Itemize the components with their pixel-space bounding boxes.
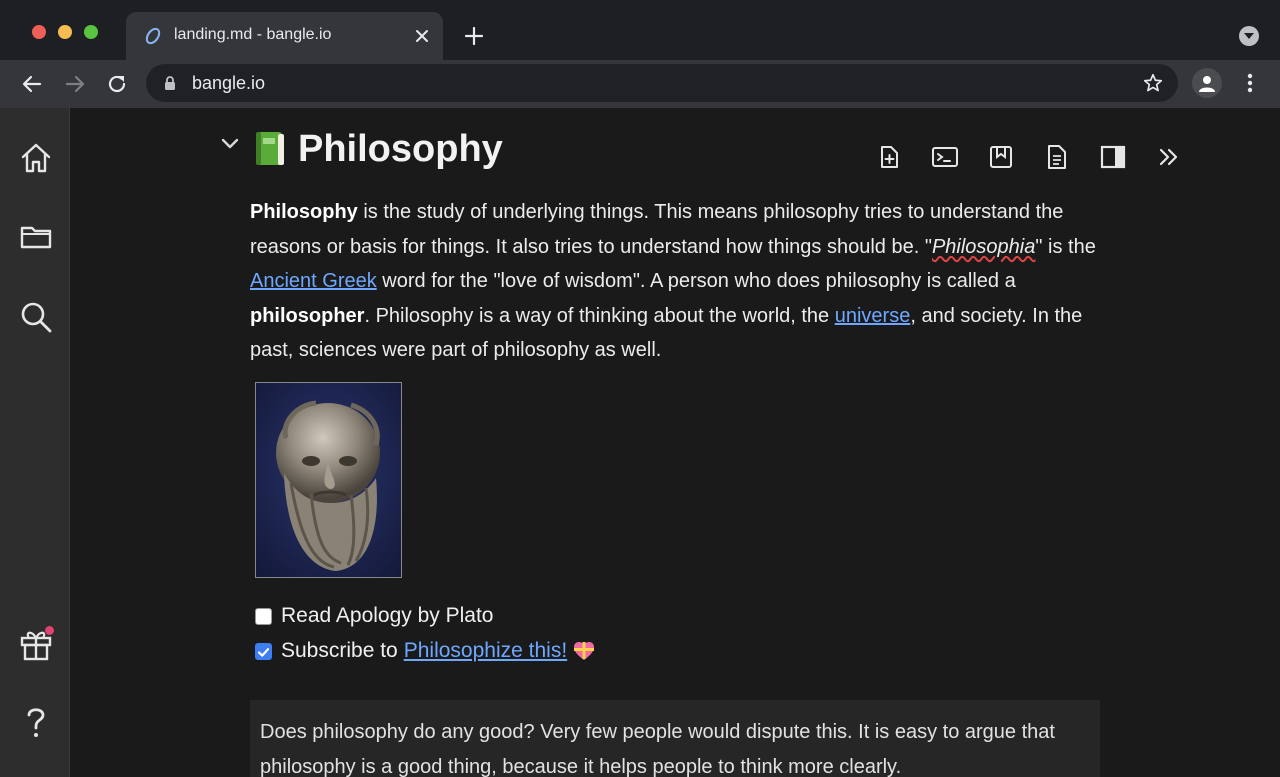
todo-checkbox-unchecked[interactable]	[255, 607, 272, 625]
bold-term-philosopher: philosopher	[250, 304, 365, 327]
quote-text: Does philosophy do any good? Very few pe…	[260, 721, 1055, 777]
document-icon[interactable]	[1044, 144, 1070, 170]
profile-avatar-button[interactable]	[1192, 68, 1222, 98]
url-text: bangle.io	[192, 73, 266, 93]
tab-search-button[interactable]	[1239, 26, 1259, 46]
todo-text: Read Apology by Plato	[281, 604, 494, 627]
blockquote: Does philosophy do any good? Very few pe…	[250, 700, 1100, 777]
collapse-heading-icon[interactable]	[220, 136, 240, 152]
new-tab-icon[interactable]	[462, 24, 486, 48]
person-icon	[1199, 76, 1215, 92]
bangle-favicon-icon	[145, 27, 161, 45]
home-icon[interactable]	[18, 140, 54, 176]
todo-item: Read Apology by Plato	[255, 604, 493, 628]
minimize-window-button[interactable]	[58, 25, 72, 39]
maximize-window-button[interactable]	[84, 25, 98, 39]
search-icon[interactable]	[18, 299, 54, 335]
new-file-icon[interactable]	[876, 144, 902, 170]
lock-icon	[165, 76, 175, 90]
address-bar[interactable]: bangle.io	[146, 64, 1178, 102]
close-window-button[interactable]	[32, 25, 46, 39]
bookmark-icon[interactable]	[988, 144, 1014, 170]
browser-tab-active[interactable]: landing.md - bangle.io	[126, 12, 443, 60]
paragraph-text: . Philosophy is a way of thinking about …	[364, 304, 835, 327]
forward-arrow-icon[interactable]	[61, 70, 89, 98]
italic-term-philosophia: Philosophia	[931, 235, 1036, 258]
todo-checkbox-checked[interactable]	[255, 642, 272, 660]
editor-area: Philosophy Philosophy is the study of un…	[70, 108, 1280, 777]
split-view-icon[interactable]	[1100, 144, 1126, 170]
paragraph-text: word for the "love of wisdom". A person …	[376, 270, 1016, 293]
link-philosophize-this[interactable]: Philosophize this!	[404, 639, 567, 663]
browser-tab-strip: landing.md - bangle.io	[0, 0, 1280, 60]
folder-icon[interactable]	[18, 219, 54, 255]
link-ancient-greek[interactable]: Ancient Greek	[250, 270, 377, 292]
tab-title: landing.md - bangle.io	[174, 26, 332, 43]
browser-toolbar: bangle.io	[0, 60, 1280, 108]
reload-icon[interactable]	[103, 70, 131, 98]
close-tab-icon[interactable]	[413, 27, 431, 45]
chevron-down-icon	[1244, 33, 1254, 39]
todo-item: Subscribe to Philosophize this!	[255, 639, 595, 663]
page-title: Philosophy	[298, 128, 503, 170]
back-arrow-icon[interactable]	[18, 70, 46, 98]
intro-paragraph: Philosophy is the study of underlying th…	[250, 195, 1110, 368]
socrates-bust-image	[255, 382, 402, 578]
browser-menu-icon[interactable]	[1240, 71, 1260, 95]
todo-text: Subscribe to	[281, 639, 398, 662]
terminal-icon[interactable]	[932, 144, 958, 170]
help-icon[interactable]	[18, 704, 54, 740]
bookmark-star-icon[interactable]	[1142, 72, 1164, 94]
bold-term-philosophy: Philosophy	[250, 201, 358, 223]
checkmark-icon	[257, 647, 270, 657]
app-sidebar	[0, 108, 70, 777]
green-book-icon	[256, 132, 284, 165]
heart-ribbon-icon	[574, 642, 595, 660]
paragraph-text: " is the	[1035, 235, 1096, 258]
link-universe[interactable]: universe	[835, 305, 911, 327]
notification-dot	[45, 626, 54, 635]
expand-icon[interactable]	[1156, 144, 1182, 170]
